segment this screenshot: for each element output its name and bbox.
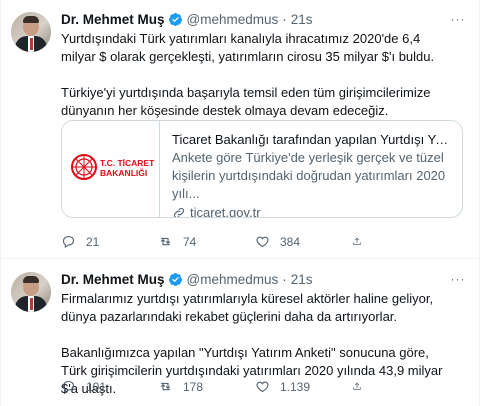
retweet-icon <box>160 382 171 391</box>
like-count: 384 <box>280 234 301 249</box>
link-icon <box>173 207 185 217</box>
card-domain: ticaret.gov.tr <box>172 204 452 218</box>
tweet-timestamp[interactable]: 21s <box>291 272 313 287</box>
tweet-paragraph: Türkiye'yi yurtdışında başarıyla temsil … <box>61 85 431 118</box>
retweet-button[interactable]: 74 <box>158 234 255 249</box>
more-icon[interactable]: ··· <box>449 10 467 28</box>
tweet-paragraph: Firmalarımız yurtdışı yatırımlarıyla kür… <box>61 291 434 324</box>
avatar[interactable] <box>11 272 51 312</box>
retweet-icon <box>160 237 171 246</box>
share-icon <box>353 382 361 390</box>
card-body: Ticaret Bakanlığı tarafından yapılan Yur… <box>160 121 462 218</box>
tweet[interactable]: Dr. Mehmet Muş @mehmedmus · 21s ··· Firm… <box>1 260 479 406</box>
author-name[interactable]: Dr. Mehmet Muş <box>61 272 165 287</box>
ministry-logo: T.C. TİCARET BAKANLIĞI <box>71 154 155 180</box>
tweet-header: Dr. Mehmet Muş @mehmedmus · 21s ··· <box>61 270 467 288</box>
tweet-actions: 101 178 1.139 <box>61 379 372 394</box>
reply-icon <box>62 235 75 248</box>
reply-count: 21 <box>86 234 100 249</box>
reply-count: 101 <box>86 379 107 394</box>
like-button[interactable]: 384 <box>255 234 352 249</box>
author-handle[interactable]: @mehmedmus <box>187 12 279 27</box>
card-domain-text: ticaret.gov.tr <box>190 205 261 218</box>
retweet-count: 178 <box>183 379 204 394</box>
author-name[interactable]: Dr. Mehmet Muş <box>61 12 165 27</box>
tweet-header: Dr. Mehmet Muş @mehmedmus · 21s ··· <box>61 10 467 28</box>
reply-icon <box>62 380 75 393</box>
share-button[interactable] <box>352 234 372 249</box>
card-title: Ticaret Bakanlığı tarafından yapılan Yur… <box>172 132 452 147</box>
verified-badge-icon <box>168 12 182 26</box>
tweet[interactable]: Dr. Mehmet Muş @mehmedmus · 21s ··· Yurt… <box>1 0 479 259</box>
link-card[interactable]: T.C. TİCARET BAKANLIĞI Ticaret Bakanlığı… <box>61 120 463 218</box>
tweet-text: Yurtdışındaki Türk yatırımları kanalıyla… <box>61 30 451 120</box>
like-icon <box>256 381 269 393</box>
like-button[interactable]: 1.139 <box>255 379 352 394</box>
retweet-button[interactable]: 178 <box>158 379 255 394</box>
logo-line1: T.C. TİCARET <box>100 158 155 168</box>
card-description: Ankete göre Türkiye'de yerleşik gerçek v… <box>172 150 446 201</box>
separator-dot: · <box>282 271 287 287</box>
separator-dot: · <box>282 11 287 27</box>
tweet-actions: 21 74 384 <box>61 234 372 249</box>
tweet-timestamp[interactable]: 21s <box>291 12 313 27</box>
retweet-count: 74 <box>183 234 197 249</box>
share-button[interactable] <box>352 379 372 394</box>
reply-button[interactable]: 101 <box>61 379 158 394</box>
timeline: Dr. Mehmet Muş @mehmedmus · 21s ··· Yurt… <box>0 0 480 406</box>
share-icon <box>353 237 361 245</box>
card-logo: T.C. TİCARET BAKANLIĞI <box>62 121 160 217</box>
tweet-paragraph: Yurtdışındaki Türk yatırımları kanalıyla… <box>61 31 435 64</box>
more-icon[interactable]: ··· <box>449 270 467 288</box>
reply-button[interactable]: 21 <box>61 234 158 249</box>
logo-line2: BAKANLIĞI <box>100 167 147 178</box>
like-icon <box>256 236 269 248</box>
avatar[interactable] <box>11 12 51 52</box>
tweet-content: Dr. Mehmet Muş @mehmedmus · 21s ··· Yurt… <box>61 10 467 120</box>
verified-badge-icon <box>168 272 182 286</box>
like-count: 1.139 <box>280 379 311 394</box>
author-handle[interactable]: @mehmedmus <box>187 272 279 287</box>
